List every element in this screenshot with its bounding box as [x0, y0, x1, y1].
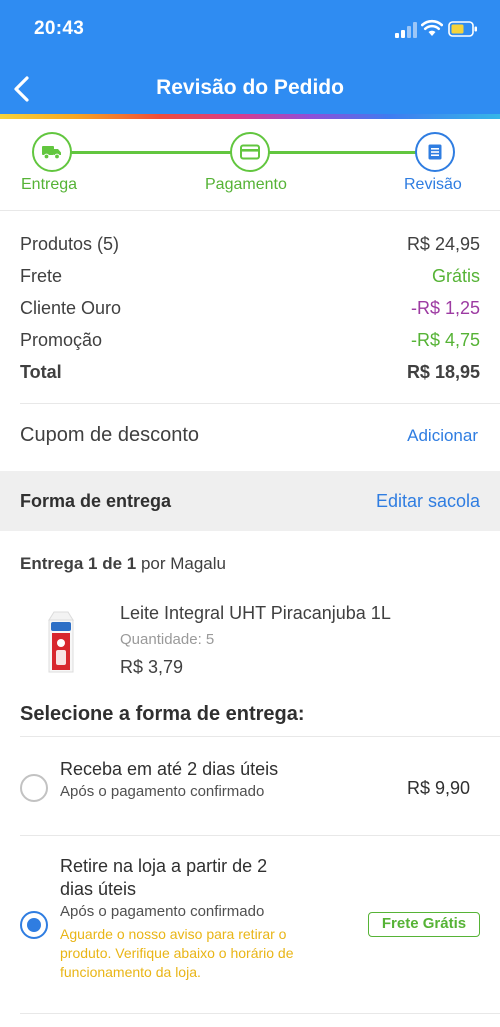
step-connector	[71, 151, 231, 154]
step-label-delivery: Entrega	[21, 176, 78, 193]
product-name: Leite Integral UHT Piracanjuba 1L	[120, 603, 391, 623]
status-time: 20:43	[34, 18, 85, 39]
delivery-option-store-pickup[interactable]: Retire na loja a partir de 2 dias úteis …	[20, 855, 500, 995]
step-label-review: Revisão	[404, 176, 462, 193]
delivery-count: Entrega 1 de 1	[20, 554, 137, 573]
summary-value: Grátis	[431, 266, 480, 286]
summary-row-shipping: Frete Grátis	[20, 263, 480, 295]
option-title: Receba em até 2 dias úteis	[60, 759, 279, 779]
option-title-line2: dias úteis	[60, 879, 137, 899]
delivery-info: Entrega 1 de 1 por Magalu	[20, 554, 226, 574]
option-subtitle: Após o pagamento confirmado	[60, 783, 265, 800]
status-bar: 20:43	[0, 0, 500, 60]
credit-card-icon	[240, 144, 260, 160]
battery-icon	[448, 21, 477, 37]
product-quantity: Quantidade: 5	[120, 631, 215, 648]
summary-value: R$ 24,95	[406, 234, 480, 254]
summary-row-gold-client: Cliente Ouro -R$ 1,25	[20, 295, 480, 327]
summary-value: -R$ 4,75	[410, 330, 480, 350]
edit-bag-link[interactable]: Editar sacola	[376, 491, 480, 512]
document-icon	[428, 144, 442, 160]
option-note-line1: Aguarde o nosso aviso para retirar o	[60, 926, 287, 942]
step-review[interactable]	[415, 132, 455, 172]
option-note-line2: produto. Verifique abaixo o horário de	[60, 945, 294, 961]
delivery-seller: por Magalu	[136, 554, 226, 573]
summary-row-products: Produtos (5) R$ 24,95	[20, 231, 480, 263]
order-summary: Produtos (5) R$ 24,95 Frete Grátis Clien…	[20, 231, 480, 391]
milk-carton-image	[48, 611, 74, 673]
divider	[20, 835, 500, 836]
divider	[20, 736, 500, 737]
summary-value: -R$ 1,25	[410, 298, 480, 318]
summary-label: Total	[20, 362, 62, 382]
add-coupon-link[interactable]: Adicionar	[407, 426, 478, 446]
summary-row-promotion: Promoção -R$ 4,75	[20, 327, 480, 359]
divider	[20, 403, 500, 404]
summary-row-total: Total R$ 18,95	[20, 359, 480, 391]
option-subtitle: Após o pagamento confirmado	[60, 903, 265, 920]
delivery-section-header: Forma de entrega Editar sacola	[0, 471, 500, 531]
coupon-label: Cupom de desconto	[20, 424, 200, 446]
navigation-bar: Revisão do Pedido	[0, 60, 500, 114]
divider	[20, 1013, 500, 1014]
delivery-section-title: Forma de entrega	[20, 490, 172, 511]
step-connector	[269, 151, 416, 154]
option-price: R$ 9,90	[406, 778, 470, 798]
summary-label: Cliente Ouro	[20, 298, 122, 318]
product-price: R$ 3,79	[120, 657, 184, 677]
summary-value: R$ 18,95	[406, 362, 480, 382]
option-title-line1: Retire na loja a partir de 2	[60, 856, 268, 876]
radio-store-pickup[interactable]	[20, 911, 48, 939]
truck-icon	[42, 146, 61, 160]
summary-label: Promoção	[20, 330, 103, 350]
step-delivery[interactable]	[32, 132, 72, 172]
free-shipping-badge: Frete Grátis	[368, 912, 480, 937]
summary-label: Frete	[20, 266, 63, 286]
radio-home-delivery[interactable]	[20, 774, 48, 802]
page-title: Revisão do Pedido	[156, 76, 344, 99]
select-delivery-title: Selecione a forma de entrega:	[20, 703, 305, 725]
cellular-signal-icon	[395, 22, 417, 38]
wifi-icon	[421, 19, 443, 36]
delivery-option-home[interactable]: Receba em até 2 dias úteis Após o pagame…	[20, 758, 500, 828]
step-label-payment: Pagamento	[205, 176, 287, 193]
summary-label: Produtos (5)	[20, 234, 120, 254]
coupon-row: Cupom de desconto Adicionar	[20, 424, 478, 447]
option-note-line3: funcionamento da loja.	[60, 964, 201, 980]
step-payment[interactable]	[230, 132, 270, 172]
checkout-stepper: Entrega Pagamento Revisão	[0, 119, 500, 211]
